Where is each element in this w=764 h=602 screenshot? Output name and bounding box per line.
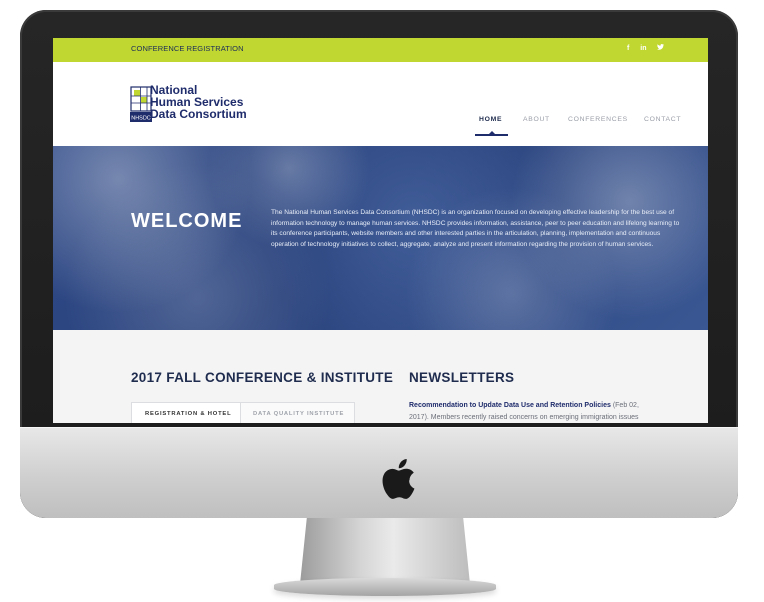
conference-tabs: REGISTRATION & HOTEL DATA QUALITY INSTIT… (131, 402, 355, 423)
imac-chin (20, 427, 738, 518)
site-header: NHSDC National Human Services Data Conso… (53, 62, 708, 146)
nav-contact[interactable]: CONTACT (644, 116, 681, 123)
welcome-title: WELCOME (131, 210, 243, 232)
imac-stand-neck (300, 518, 470, 584)
tab-registration-hotel[interactable]: REGISTRATION & HOTEL (145, 411, 231, 417)
content-section: 2017 FALL CONFERENCE & INSTITUTE NEWSLET… (53, 330, 708, 423)
newsletter-item-excerpt: 2017). Members recently raised concerns … (409, 414, 639, 421)
linkedin-icon[interactable]: in (640, 45, 646, 52)
logo-grid-icon: NHSDC (130, 86, 152, 122)
tab-divider (240, 403, 241, 423)
facebook-icon[interactable]: f (627, 45, 629, 52)
browser-screen: CONFERENCE REGISTRATION f in NHSDC Natio… (53, 38, 708, 423)
twitter-icon[interactable] (657, 44, 665, 52)
social-links: f in (627, 44, 673, 52)
nhsdc-logo[interactable]: NHSDC National Human Services Data Conso… (130, 84, 260, 124)
svg-text:NHSDC: NHSDC (131, 116, 151, 122)
newsletter-item-title[interactable]: Recommendation to Update Data Use and Re… (409, 402, 611, 409)
newsletter-item-date: (Feb 02, (612, 402, 639, 409)
nav-about[interactable]: ABOUT (523, 116, 550, 123)
conference-registration-link[interactable]: CONFERENCE REGISTRATION (131, 44, 244, 53)
nav-home[interactable]: HOME (479, 116, 502, 123)
nav-active-underline (475, 134, 508, 136)
nav-conferences[interactable]: CONFERENCES (568, 116, 628, 123)
top-bar: CONFERENCE REGISTRATION f in (53, 38, 708, 62)
tab-data-quality-institute[interactable]: DATA QUALITY INSTITUTE (253, 411, 344, 417)
newsletter-item-link[interactable]: Recommendation to Update Data Use and Re… (409, 402, 639, 409)
newsletters-heading: NEWSLETTERS (409, 370, 515, 385)
logo-line-3: Data Consortium (150, 107, 247, 121)
welcome-description: The National Human Services Data Consort… (271, 209, 680, 248)
imac-stand-base (274, 578, 496, 596)
conference-heading: 2017 FALL CONFERENCE & INSTITUTE (131, 370, 394, 385)
apple-logo-icon (382, 459, 415, 499)
welcome-hero: WELCOME The National Human Services Data… (53, 146, 708, 330)
